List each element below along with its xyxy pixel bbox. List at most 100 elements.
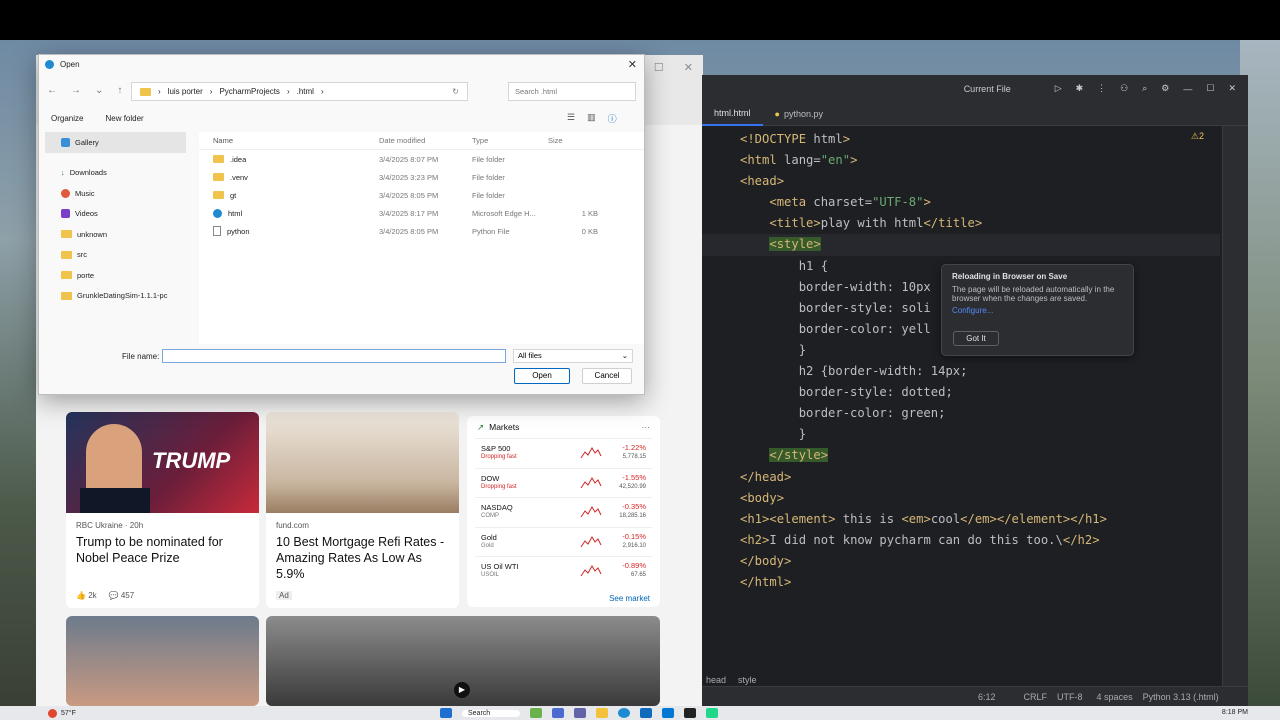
run-icon[interactable]: ▷ <box>1055 83 1062 94</box>
code-line[interactable]: </html> <box>740 572 1220 593</box>
code-line[interactable]: h2 {border-width: 14px; <box>740 361 1220 382</box>
news-card-mortgage[interactable]: fund.com 10 Best Mortgage Refi Rates - A… <box>266 412 459 608</box>
breadcrumb-item[interactable]: .html <box>297 87 314 96</box>
up-arrow-icon[interactable]: ↑ <box>117 85 122 96</box>
run-config-select[interactable]: Current File <box>964 84 1011 94</box>
minimize-icon[interactable]: — <box>1183 84 1192 94</box>
code-line[interactable]: <!DOCTYPE html> <box>740 129 1220 150</box>
file-encoding[interactable]: UTF-8 <box>1057 692 1083 702</box>
more-icon[interactable]: ⋯ <box>642 422 651 433</box>
file-row[interactable]: gt 3/4/2025 8:05 PM File folder <box>199 186 644 204</box>
code-editor[interactable]: <!DOCTYPE html> <html lang="en"> <head> <m… <box>702 129 1220 593</box>
card-title[interactable]: 10 Best Mortgage Refi Rates - Amazing Ra… <box>276 534 449 582</box>
chevron-down-icon[interactable]: ⌄ <box>95 85 103 96</box>
teams-icon[interactable] <box>574 708 587 718</box>
play-icon[interactable]: ▶ <box>454 682 470 698</box>
file-row[interactable]: python 3/4/2025 8:05 PM Python File 0 KB <box>199 222 644 240</box>
nav-item-porte[interactable]: porte <box>45 265 186 286</box>
market-row[interactable]: NASDAQ COMP -0.35% 18,285.16 <box>475 497 652 527</box>
caret-position[interactable]: 6:12 <box>978 692 996 702</box>
filename-input[interactable] <box>162 349 506 363</box>
start-icon[interactable] <box>440 708 452 718</box>
user-icon[interactable]: ⚇ <box>1120 83 1128 94</box>
tab-python[interactable]: ● python.py <box>763 102 835 126</box>
gear-icon[interactable]: ⚙ <box>1161 83 1169 94</box>
organize-button[interactable]: Organize <box>51 114 83 123</box>
code-line[interactable]: </style> <box>740 445 1220 466</box>
clock[interactable]: 8:18 PM <box>1222 709 1248 716</box>
video-card[interactable]: ▶ <box>266 616 660 706</box>
dialog-close-icon[interactable]: ✕ <box>628 58 637 71</box>
interpreter[interactable]: Python 3.13 (.html) <box>1143 692 1219 702</box>
tab-html[interactable]: html.html <box>702 102 763 126</box>
search-icon[interactable]: ⌕ <box>1142 83 1147 94</box>
nav-item-downloads[interactable]: ↓ Downloads <box>45 163 186 184</box>
file-row[interactable]: .venv 3/4/2025 3:23 PM File folder <box>199 168 644 186</box>
news-card-fashion[interactable] <box>66 616 259 706</box>
code-line[interactable]: border-style: dotted; <box>740 382 1220 403</box>
preview-pane-icon[interactable]: ▥ <box>587 112 596 125</box>
code-line[interactable]: border-color: green; <box>740 403 1220 424</box>
code-line[interactable]: } <box>740 424 1220 445</box>
code-line[interactable]: <body> <box>740 488 1220 509</box>
market-row[interactable]: DOW Dropping fast -1.55% 42,520.99 <box>475 467 652 498</box>
file-row[interactable]: html 3/4/2025 8:17 PM Microsoft Edge H... 1… <box>199 204 644 222</box>
crumb-head[interactable]: head <box>706 675 726 685</box>
breadcrumb-item[interactable]: PycharmProjects <box>219 87 279 96</box>
code-line[interactable]: <title>play with html</title> <box>740 213 1220 234</box>
refresh-icon[interactable]: ↻ <box>452 87 459 96</box>
new-folder-button[interactable]: New folder <box>105 114 143 123</box>
outlook-icon[interactable] <box>640 708 653 718</box>
close-icon[interactable]: ✕ <box>684 61 693 74</box>
column-size[interactable]: Size <box>548 136 588 145</box>
code-line[interactable]: <head> <box>740 171 1220 192</box>
column-type[interactable]: Type <box>472 136 548 145</box>
store-icon[interactable] <box>662 708 675 718</box>
code-line[interactable]: <h1><element> this is <em>cool</em></ele… <box>740 509 1220 530</box>
view-list-icon[interactable]: ☰ <box>567 112 575 125</box>
column-date[interactable]: Date modified <box>379 136 472 145</box>
market-row[interactable]: S&P 500 Dropping fast -1.22% 5,778.15 <box>475 438 652 468</box>
maximize-icon[interactable]: ☐ <box>654 61 664 74</box>
pycharm-icon[interactable] <box>684 708 697 718</box>
back-arrow-icon[interactable]: ← <box>47 85 57 96</box>
markets-card[interactable]: ↗ Markets ⋯ S&P 500 Dropping fast -1.22% 5,… <box>467 416 660 607</box>
nav-item-videos[interactable]: Videos <box>45 204 186 225</box>
nav-item-grunkle[interactable]: GrunkleDatingSim-1.1.1-pc <box>45 286 186 307</box>
filetype-select[interactable]: All files ⌄ <box>513 349 633 363</box>
see-market-link[interactable]: See market <box>609 594 650 603</box>
open-button[interactable]: Open <box>514 368 570 384</box>
code-line[interactable]: <style> <box>702 234 1220 256</box>
like-icon[interactable]: 👍 2k <box>76 591 97 600</box>
nav-item-gallery[interactable]: Gallery <box>45 132 186 153</box>
column-name[interactable]: Name <box>199 136 379 145</box>
code-line[interactable]: <html lang="en"> <box>740 150 1220 171</box>
app-icon[interactable] <box>530 708 543 718</box>
code-line[interactable]: <h2>I did not know pycharm can do this t… <box>740 530 1220 551</box>
code-line[interactable]: <meta charset="UTF-8"> <box>740 192 1220 213</box>
nav-item-music[interactable]: Music <box>45 183 186 204</box>
market-row[interactable]: Gold Gold -0.15% 2,916.10 <box>475 526 652 557</box>
forward-arrow-icon[interactable]: → <box>71 85 81 96</box>
got-it-button[interactable]: Got It <box>953 331 999 346</box>
nav-item-unknown[interactable]: unknown <box>45 224 186 245</box>
file-explorer-icon[interactable] <box>596 708 609 718</box>
indent-setting[interactable]: 4 spaces <box>1097 692 1133 702</box>
app-icon[interactable] <box>552 708 565 718</box>
taskbar-search[interactable]: Search <box>462 709 521 717</box>
maximize-icon[interactable]: ☐ <box>1206 83 1214 94</box>
search-input[interactable]: Search .html <box>508 82 636 101</box>
more-icon[interactable]: ⋮ <box>1097 83 1106 94</box>
weather-widget[interactable]: 57°F <box>48 709 76 718</box>
cancel-button[interactable]: Cancel <box>582 368 632 384</box>
edge-icon[interactable] <box>618 708 631 718</box>
line-separator[interactable]: CRLF <box>1024 692 1048 702</box>
card-title[interactable]: Trump to be nominated for Nobel Peace Pr… <box>76 534 249 566</box>
help-icon[interactable]: ⓘ <box>608 112 617 125</box>
nav-item-src[interactable]: src <box>45 245 186 266</box>
debug-icon[interactable]: ✱ <box>1076 83 1084 94</box>
market-row[interactable]: US Oil WTI USOIL -0.89% 67.65 <box>475 556 652 586</box>
code-line[interactable]: </head> <box>740 467 1220 488</box>
comment-icon[interactable]: 💬 457 <box>109 591 135 600</box>
close-icon[interactable]: ✕ <box>1228 83 1236 94</box>
